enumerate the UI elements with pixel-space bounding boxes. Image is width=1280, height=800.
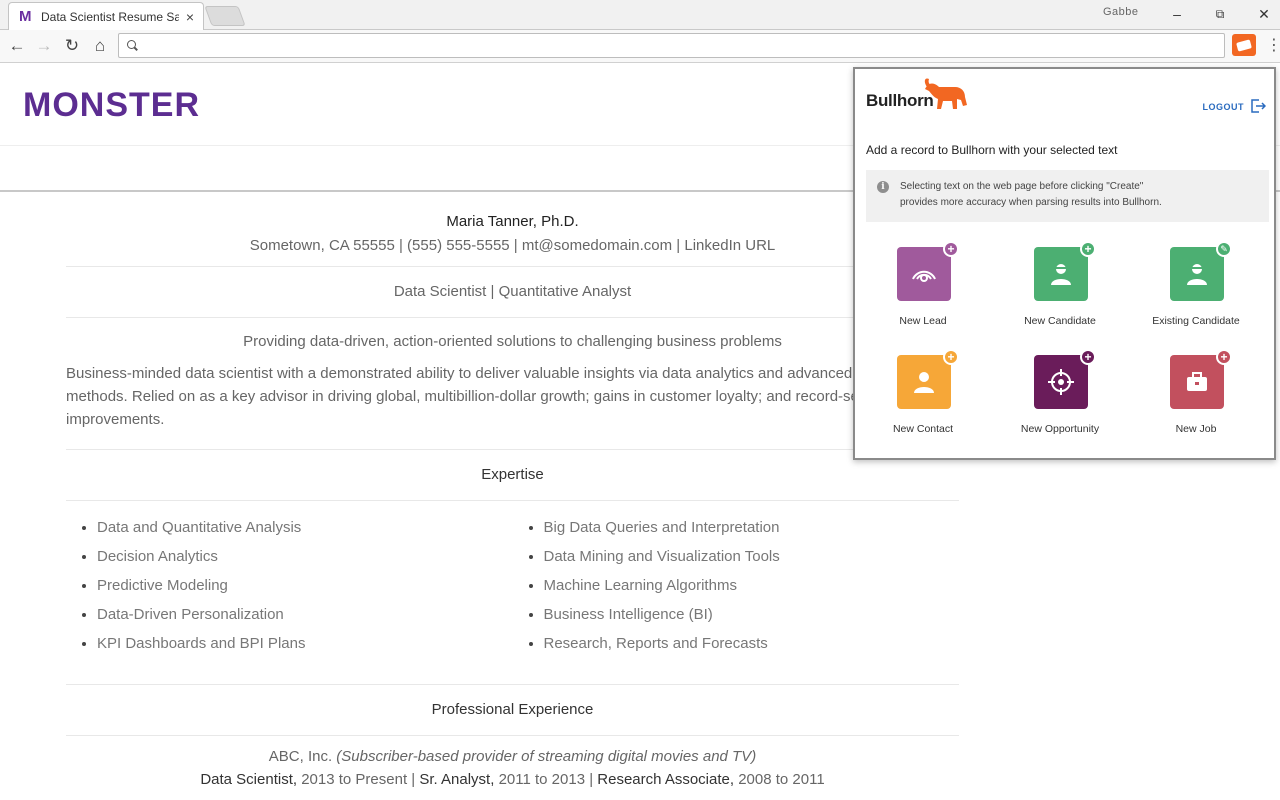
new-tab-button[interactable] [204, 6, 246, 26]
info-icon: i [877, 181, 889, 193]
logout-link[interactable]: LOGOUT [1203, 102, 1245, 112]
tab-close-icon[interactable]: × [183, 10, 197, 24]
employer-description: (Subscriber-based provider of streaming … [336, 748, 757, 765]
info-text-line: Selecting text on the web page before cl… [900, 181, 1144, 192]
new-candidate-tile[interactable]: + New Candidate [992, 241, 1128, 337]
resume-headline: Data Scientist | Quantitative Analyst [393, 283, 632, 300]
browser-menu-icon[interactable]: ⋮ [1266, 36, 1280, 56]
monster-logo[interactable]: MONSTER [23, 86, 200, 125]
role-title: Research Associate, [597, 771, 735, 788]
tile-label: New Job [1175, 423, 1217, 435]
new-lead-tile[interactable]: + New Lead [855, 241, 991, 337]
lead-icon [897, 247, 951, 301]
new-contact-tile[interactable]: + New Contact [855, 349, 991, 445]
forward-arrow-icon[interactable]: → [33, 35, 55, 57]
bullhorn-popup: Bullhorn LOGOUT Add a record to Bullhorn… [853, 67, 1276, 460]
expertise-list: Data and Quantitative Analysis Decision … [66, 501, 959, 684]
expertise-title: Expertise [481, 466, 544, 483]
address-input[interactable] [145, 35, 1224, 56]
reload-icon[interactable]: ↻ [61, 35, 83, 57]
role-dates: 2008 to 2011 [734, 771, 825, 788]
list-item: Big Data Queries and Interpretation [513, 513, 960, 542]
tab-title: Data Scientist Resume Sa [41, 9, 179, 24]
address-bar[interactable] [118, 33, 1225, 58]
bullhorn-extension-button[interactable] [1232, 34, 1256, 56]
experience-title: Professional Experience [431, 701, 594, 718]
list-item: Decision Analytics [66, 542, 513, 571]
new-opportunity-tile[interactable]: + New Opportunity [992, 349, 1128, 445]
candidate-icon [1034, 247, 1088, 301]
add-badge-icon: + [1080, 349, 1096, 365]
resume-name: Maria Tanner, Ph.D. [446, 213, 579, 230]
list-item: Data and Quantitative Analysis [66, 513, 513, 542]
edit-badge-icon: ✎ [1216, 241, 1232, 257]
existing-candidate-tile[interactable]: ✎ Existing Candidate [1128, 241, 1264, 337]
tile-label: Existing Candidate [1152, 315, 1240, 327]
add-badge-icon: + [943, 349, 959, 365]
search-icon [127, 39, 139, 52]
tab-strip: M Data Scientist Resume Sa × Gabbe – ⧉ ✕ [0, 0, 1280, 30]
list-item: Research, Reports and Forecasts [513, 629, 960, 658]
popup-heading: Add a record to Bullhorn with your selec… [866, 143, 1118, 157]
resume: Maria Tanner, Ph.D. Sometown, CA 55555 |… [66, 204, 959, 792]
resume-contact: Sometown, CA 55555 | (555) 555-5555 | mt… [249, 237, 776, 254]
employer-line: ABC, Inc. (Subscriber-based provider of … [66, 746, 959, 768]
role-title: Sr. Analyst, [419, 771, 495, 788]
info-text-line: provides more accuracy when parsing resu… [900, 197, 1162, 208]
bull-icon [924, 78, 967, 109]
logout-icon[interactable] [1250, 98, 1266, 114]
browser-toolbar: ← → ↻ ⌂ ⋮ [0, 30, 1280, 63]
divider [66, 735, 959, 736]
role-title: Data Scientist, [200, 771, 298, 788]
expertise-column-left: Data and Quantitative Analysis Decision … [66, 513, 513, 658]
list-item: Data Mining and Visualization Tools [513, 542, 960, 571]
opportunity-icon [1034, 355, 1088, 409]
monster-favicon-icon: M [19, 7, 32, 25]
existing-candidate-icon [1170, 247, 1224, 301]
back-arrow-icon[interactable]: ← [6, 35, 28, 57]
add-badge-icon: + [1080, 241, 1096, 257]
add-badge-icon: + [1216, 349, 1232, 365]
profile-name[interactable]: Gabbe [1103, 6, 1139, 18]
role-dates: 2011 to 2013 | [494, 771, 598, 788]
new-job-tile[interactable]: + New Job [1128, 349, 1264, 445]
close-window-button[interactable]: ✕ [1249, 4, 1279, 24]
contact-icon [897, 355, 951, 409]
minimize-button[interactable]: – [1162, 4, 1192, 24]
employer-name: ABC, Inc. [268, 748, 333, 765]
list-item: Machine Learning Algorithms [513, 571, 960, 600]
browser-tab[interactable]: M Data Scientist Resume Sa × [8, 2, 204, 30]
list-item: Business Intelligence (BI) [513, 600, 960, 629]
restore-button[interactable]: ⧉ [1205, 4, 1235, 24]
list-item: KPI Dashboards and BPI Plans [66, 629, 513, 658]
resume-tagline: Providing data-driven, action-oriented s… [243, 333, 782, 350]
tile-label: New Candidate [1024, 315, 1096, 327]
home-icon[interactable]: ⌂ [89, 35, 111, 57]
bullhorn-extension-icon [1236, 38, 1252, 52]
expertise-column-right: Big Data Queries and Interpretation Data… [513, 513, 960, 658]
tile-label: New Contact [892, 423, 954, 435]
info-box: i Selecting text on the web page before … [866, 170, 1269, 222]
role-dates: 2013 to Present | [297, 771, 420, 788]
list-item: Predictive Modeling [66, 571, 513, 600]
resume-summary: Business-minded data scientist with a de… [66, 365, 932, 428]
list-item: Data-Driven Personalization [66, 600, 513, 629]
add-badge-icon: + [943, 241, 959, 257]
tile-label: New Opportunity [1020, 423, 1100, 435]
tile-label: New Lead [899, 315, 947, 327]
roles-line: Data Scientist, 2013 to Present | Sr. An… [66, 768, 959, 792]
job-icon [1170, 355, 1224, 409]
